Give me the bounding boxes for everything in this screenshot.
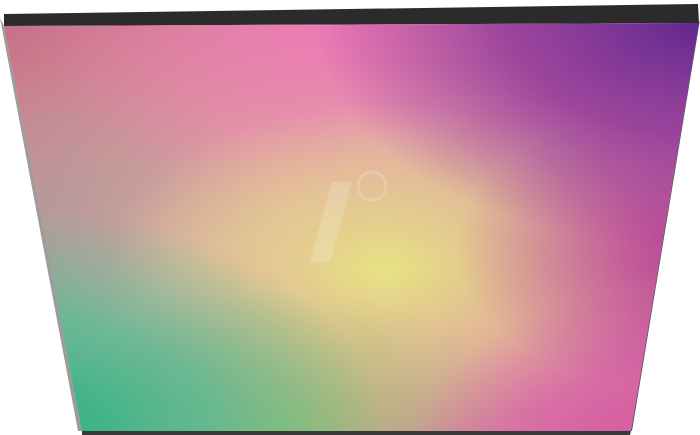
panel-front-face: [4, 23, 699, 431]
rgb-led-panel-image: [0, 4, 700, 435]
panel-top-edge: [4, 4, 699, 26]
panel-bottom-edge: [82, 431, 631, 435]
product-image-canvas: [0, 0, 700, 435]
